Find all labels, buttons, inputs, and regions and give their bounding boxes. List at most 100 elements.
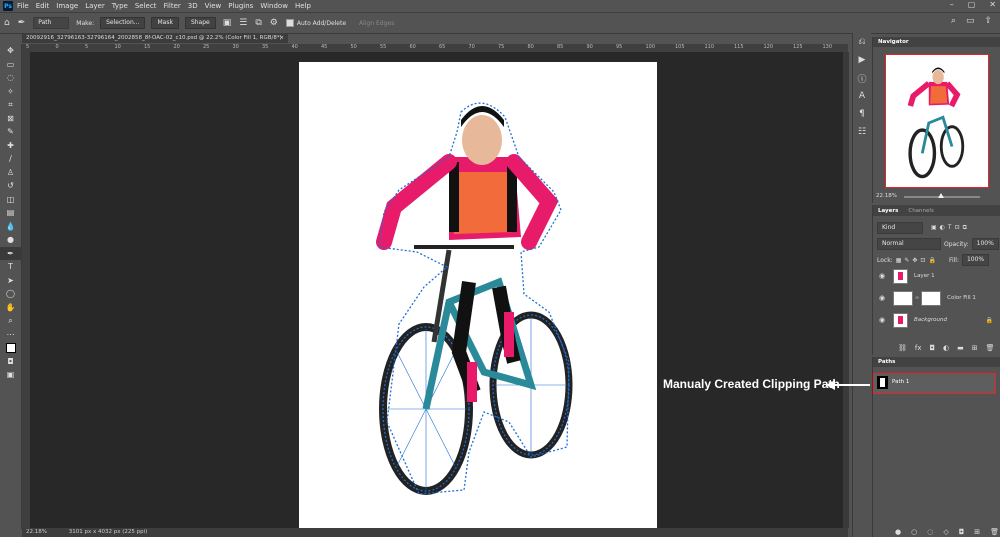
- blend-mode-select[interactable]: Normal: [877, 238, 941, 250]
- menu-file[interactable]: File: [17, 2, 29, 10]
- brush-tool-icon[interactable]: ∕: [0, 152, 21, 166]
- document-tab[interactable]: 20092916_32796163-32796164_2002858_8f-OA…: [22, 33, 288, 43]
- new-layer-icon[interactable]: ⊞: [972, 344, 978, 352]
- tab-layers[interactable]: Layers: [873, 208, 903, 214]
- eye-icon[interactable]: ◉: [877, 272, 887, 280]
- menu-layer[interactable]: Layer: [85, 2, 105, 10]
- navigator-preview[interactable]: [885, 54, 989, 188]
- clone-stamp-icon[interactable]: ♙: [0, 166, 21, 180]
- menu-plugins[interactable]: Plugins: [228, 2, 253, 10]
- slider-thumb[interactable]: [938, 193, 944, 198]
- path-arrangement-icon[interactable]: ⧉: [255, 18, 261, 28]
- fill-path-icon[interactable]: ●: [895, 528, 901, 536]
- crop-tool-icon[interactable]: ⌗: [0, 98, 21, 112]
- menu-select[interactable]: Select: [135, 2, 157, 10]
- trash-icon[interactable]: 🗑: [990, 528, 999, 536]
- document-canvas[interactable]: [299, 62, 657, 528]
- character-icon[interactable]: A: [853, 87, 871, 105]
- shape-button[interactable]: Shape: [184, 17, 216, 29]
- color-swatches-icon[interactable]: [0, 341, 21, 355]
- adjustments-icon[interactable]: ☷: [853, 123, 871, 141]
- blur-tool-icon[interactable]: 💧: [0, 220, 21, 234]
- menu-edit[interactable]: Edit: [36, 2, 50, 10]
- opacity-input[interactable]: 100%: [971, 238, 999, 250]
- menu-3d[interactable]: 3D: [188, 2, 198, 10]
- pen-mode-select[interactable]: Path: [33, 17, 70, 29]
- path-operations-icon[interactable]: ▣: [223, 18, 232, 28]
- layer-row-layer-1[interactable]: ◉ Layer 1: [873, 266, 999, 286]
- history-brush-icon[interactable]: ↺: [0, 179, 21, 193]
- layer-kind-filter[interactable]: Kind: [877, 222, 923, 234]
- navigator-zoom-slider[interactable]: [904, 193, 980, 198]
- link-layers-icon[interactable]: ⛓: [898, 344, 907, 352]
- navigator-title[interactable]: Navigator: [873, 37, 1000, 47]
- selection-button[interactable]: Selection...: [100, 17, 146, 29]
- load-selection-icon[interactable]: ◌: [927, 528, 933, 536]
- stroke-path-icon[interactable]: ○: [911, 528, 917, 536]
- menu-type[interactable]: Type: [112, 2, 128, 10]
- frame-tool-icon[interactable]: ⊠: [0, 112, 21, 126]
- home-icon[interactable]: ⌂: [4, 18, 10, 28]
- eraser-icon[interactable]: ◫: [0, 193, 21, 207]
- info-icon[interactable]: ⓘ: [853, 69, 871, 87]
- lock-icon[interactable]: 🔒: [986, 317, 993, 324]
- menu-image[interactable]: Image: [56, 2, 78, 10]
- path-alignment-icon[interactable]: ☰: [239, 18, 247, 28]
- layer-row-color-fill-1[interactable]: ◉ ∞ Color Fill 1: [873, 288, 999, 308]
- mask-button[interactable]: Mask: [151, 17, 179, 29]
- share-icon[interactable]: ⇪: [984, 16, 992, 26]
- gradient-tool-icon[interactable]: ▤: [0, 206, 21, 220]
- pen-tool-icon[interactable]: ✒: [0, 246, 21, 260]
- rectangle-tool-icon[interactable]: ◯: [0, 287, 21, 301]
- gear-icon[interactable]: ⚙: [270, 18, 278, 28]
- healing-brush-icon[interactable]: ✚: [0, 139, 21, 153]
- layer-filter-icons[interactable]: ▣◐T⊡⧉: [931, 224, 970, 232]
- paths-title[interactable]: Paths: [873, 357, 1000, 367]
- path-row-path-1[interactable]: Path 1: [873, 373, 996, 394]
- type-tool-icon[interactable]: T: [0, 260, 21, 274]
- lock-icons[interactable]: ▦✎✥⊡🔒: [896, 257, 939, 264]
- more-tools-icon[interactable]: ⋯: [0, 328, 21, 342]
- menu-help[interactable]: Help: [295, 2, 311, 10]
- screen-mode-icon[interactable]: ▣: [0, 368, 21, 382]
- eye-icon[interactable]: ◉: [877, 294, 887, 302]
- paragraph-icon[interactable]: ¶: [853, 105, 871, 123]
- magic-wand-icon[interactable]: ✧: [0, 85, 21, 99]
- new-path-icon[interactable]: ⊞: [974, 528, 980, 536]
- actions-play-icon[interactable]: ▶: [853, 51, 871, 69]
- folder-icon[interactable]: ▬: [957, 344, 964, 352]
- tab-channels[interactable]: Channels: [903, 208, 938, 214]
- pen-tool-icon[interactable]: ✒: [18, 18, 26, 28]
- menu-filter[interactable]: Filter: [163, 2, 180, 10]
- move-tool-icon[interactable]: ✥: [0, 44, 21, 58]
- close-window-icon[interactable]: ✕: [989, 0, 996, 9]
- workspace-icon[interactable]: ▭: [966, 16, 975, 26]
- menu-view[interactable]: View: [205, 2, 222, 10]
- history-icon[interactable]: ⎌: [853, 33, 871, 51]
- fx-icon[interactable]: fx: [915, 344, 922, 352]
- zoom-tool-icon[interactable]: ⌕: [0, 314, 21, 328]
- navigator-zoom[interactable]: 22.18%: [876, 193, 897, 199]
- status-zoom[interactable]: 22.18%: [26, 529, 47, 535]
- eyedropper-icon[interactable]: ✎: [0, 125, 21, 139]
- layer-row-background[interactable]: ◉ Background 🔒: [873, 310, 999, 330]
- auto-add-delete-checkbox[interactable]: [285, 19, 294, 27]
- hand-tool-icon[interactable]: ✋: [0, 301, 21, 315]
- search-icon[interactable]: ⌕: [951, 16, 956, 26]
- path-selection-icon[interactable]: ➤: [0, 274, 21, 288]
- mask-icon[interactable]: ◘: [930, 344, 936, 352]
- dodge-tool-icon[interactable]: ●: [0, 233, 21, 247]
- add-mask-icon[interactable]: ◘: [959, 528, 965, 536]
- minimize-icon[interactable]: –: [950, 0, 954, 9]
- lasso-tool-icon[interactable]: ◌: [0, 71, 21, 85]
- maximize-icon[interactable]: ▢: [968, 0, 976, 9]
- make-work-path-icon[interactable]: ◇: [943, 528, 948, 536]
- quick-mask-icon[interactable]: ◘: [0, 355, 21, 369]
- trash-icon[interactable]: 🗑: [986, 344, 995, 352]
- vertical-scrollbar[interactable]: [843, 52, 849, 528]
- eye-icon[interactable]: ◉: [877, 316, 887, 324]
- fill-input[interactable]: 100%: [961, 254, 990, 266]
- close-document-icon[interactable]: ×: [279, 33, 284, 43]
- adjustment-layer-icon[interactable]: ◐: [943, 344, 949, 352]
- menu-window[interactable]: Window: [260, 2, 288, 10]
